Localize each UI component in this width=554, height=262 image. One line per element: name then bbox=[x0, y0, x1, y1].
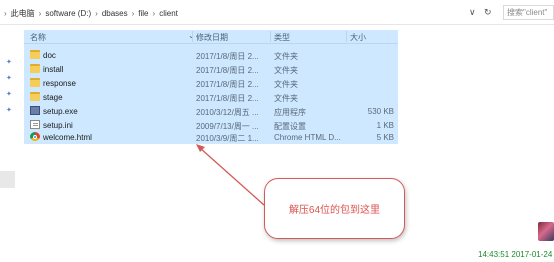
chevron-down-icon[interactable]: ∨ bbox=[469, 7, 476, 18]
file-date: 2017/1/8/周日 2... bbox=[196, 80, 259, 89]
annotation-text: 解压64位的包到这里 bbox=[288, 205, 381, 216]
breadcrumb-item-client[interactable]: client bbox=[159, 9, 178, 18]
folder-icon bbox=[30, 50, 40, 59]
column-divider[interactable] bbox=[346, 31, 347, 42]
file-name: setup.exe bbox=[43, 107, 78, 116]
ini-icon bbox=[30, 120, 40, 129]
file-name: doc bbox=[43, 51, 56, 60]
file-date: 2017/1/8/周日 2... bbox=[196, 52, 259, 61]
file-name: install bbox=[43, 65, 64, 74]
file-row[interactable]: doc 2017/1/8/周日 2... 文件夹 bbox=[24, 49, 398, 62]
breadcrumb-item-this-pc[interactable]: 此电脑 bbox=[11, 8, 35, 19]
search-input[interactable]: 搜索"client" bbox=[503, 5, 554, 20]
breadcrumb-item-drive[interactable]: software (D:) bbox=[45, 9, 91, 18]
folder-icon bbox=[30, 92, 40, 101]
file-size: 1 KB bbox=[376, 121, 394, 130]
file-type: 文件夹 bbox=[274, 52, 298, 61]
pin-icon[interactable]: ✦ bbox=[6, 106, 12, 114]
breadcrumb-item-dbases[interactable]: dbases bbox=[102, 9, 128, 18]
file-name: response bbox=[43, 79, 76, 88]
pin-icon[interactable]: ✦ bbox=[6, 58, 12, 66]
column-header-date[interactable]: 修改日期 bbox=[196, 32, 228, 43]
file-type: 应用程序 bbox=[274, 108, 306, 117]
annotation-callout: 解压64位的包到这里 bbox=[264, 178, 405, 239]
file-size: 5 KB bbox=[376, 133, 394, 142]
file-row[interactable]: stage 2017/1/8/周日 2... 文件夹 bbox=[24, 91, 398, 104]
breadcrumb-separator: › bbox=[95, 8, 98, 18]
address-bar: › 此电脑 › software (D:) › dbases › file › … bbox=[0, 0, 554, 25]
column-divider[interactable] bbox=[192, 31, 193, 42]
file-type: 文件夹 bbox=[274, 80, 298, 89]
breadcrumb-separator: › bbox=[131, 8, 135, 18]
breadcrumb-separator: › bbox=[152, 8, 156, 18]
file-row[interactable]: install 2017/1/8/周日 2... 文件夹 bbox=[24, 63, 398, 76]
file-list: 名称 ⌄ 修改日期 类型 大小 doc 2017/1/8/周日 2... 文件夹… bbox=[24, 30, 398, 144]
file-name: welcome.html bbox=[43, 133, 92, 142]
file-name: setup.ini bbox=[43, 121, 73, 130]
file-name: stage bbox=[43, 93, 63, 102]
breadcrumb-item-file[interactable]: file bbox=[138, 9, 148, 18]
chrome-icon bbox=[30, 132, 40, 141]
file-date: 2010/3/9/周二 1... bbox=[196, 134, 259, 143]
nav-selected-item[interactable] bbox=[0, 171, 15, 188]
folder-icon bbox=[30, 64, 40, 73]
file-row[interactable]: response 2017/1/8/周日 2... 文件夹 bbox=[24, 77, 398, 90]
breadcrumb[interactable]: › 此电脑 › software (D:) › dbases › file › … bbox=[0, 6, 178, 20]
column-header-row: 名称 ⌄ 修改日期 类型 大小 bbox=[24, 30, 398, 44]
breadcrumb-separator: › bbox=[38, 8, 42, 18]
file-date: 2010/3/12/周五 ... bbox=[196, 108, 259, 117]
column-header-size[interactable]: 大小 bbox=[350, 32, 366, 43]
file-type: 文件夹 bbox=[274, 94, 298, 103]
exe-icon bbox=[30, 106, 40, 115]
avatar bbox=[538, 222, 554, 241]
column-header-type[interactable]: 类型 bbox=[274, 32, 290, 43]
timestamp: 14:43:51 2017-01-24 bbox=[478, 250, 553, 259]
pin-icon[interactable]: ✦ bbox=[6, 74, 12, 82]
column-divider[interactable] bbox=[270, 31, 271, 42]
refresh-icon[interactable]: ↻ bbox=[484, 7, 492, 18]
file-date: 2017/1/8/周日 2... bbox=[196, 94, 259, 103]
file-size: 530 KB bbox=[367, 107, 394, 116]
pin-icon[interactable]: ✦ bbox=[6, 90, 12, 98]
folder-icon bbox=[30, 78, 40, 87]
breadcrumb-separator: › bbox=[4, 8, 7, 18]
file-row[interactable]: welcome.html 2010/3/9/周二 1... Chrome HTM… bbox=[24, 131, 398, 144]
file-row[interactable]: setup.exe 2010/3/12/周五 ... 应用程序 530 KB bbox=[24, 105, 398, 118]
column-header-name[interactable]: 名称 bbox=[30, 32, 46, 43]
file-type: 文件夹 bbox=[274, 66, 298, 75]
file-date: 2017/1/8/周日 2... bbox=[196, 66, 259, 75]
file-type: Chrome HTML D... bbox=[274, 133, 341, 142]
